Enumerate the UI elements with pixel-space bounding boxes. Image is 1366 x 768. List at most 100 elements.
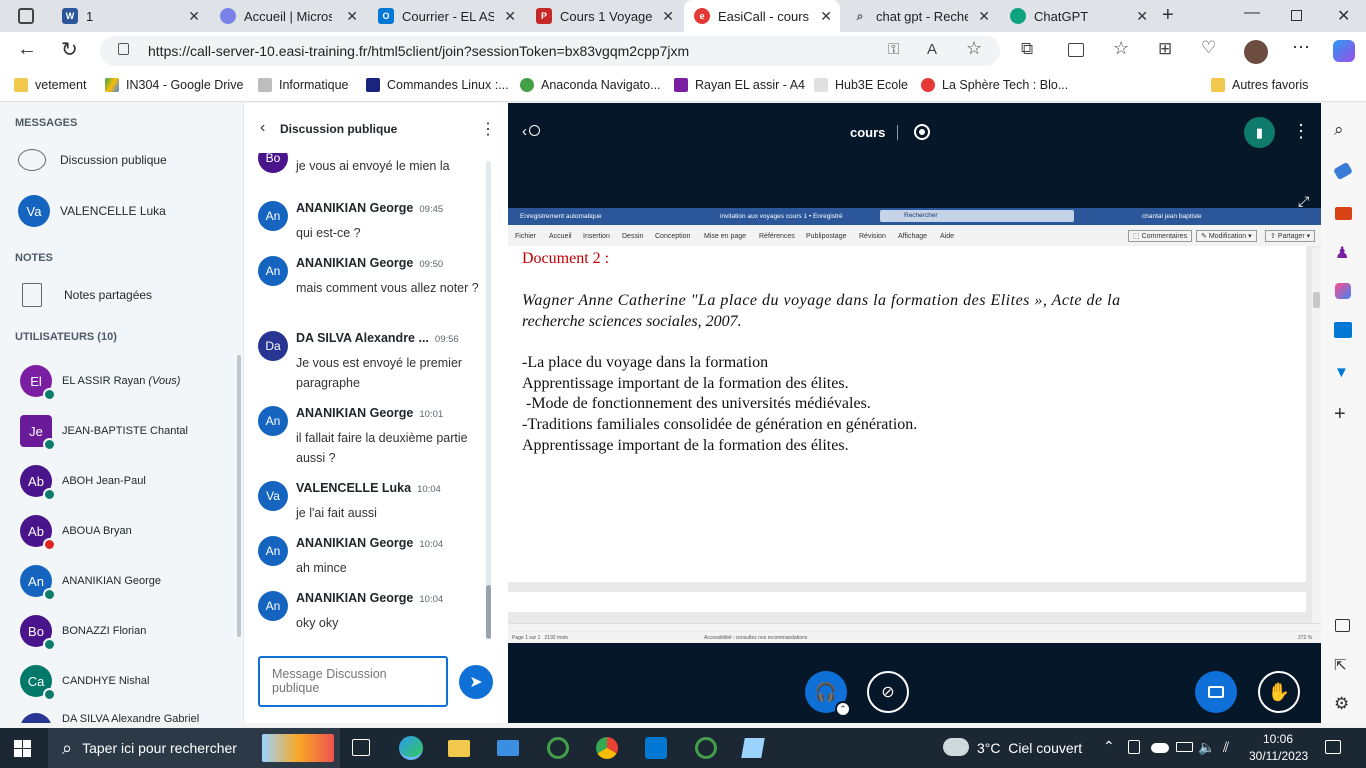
- weather-text[interactable]: 3°C Ciel couvert: [977, 740, 1082, 756]
- user-list-item[interactable]: An ANANIKIAN George: [20, 565, 161, 601]
- bookmark-hub3e[interactable]: Hub3E Ecole: [814, 78, 908, 92]
- tab-outlook[interactable]: O Courrier - EL ASSIR ✕: [368, 0, 524, 32]
- user-list-item[interactable]: Je JEAN-BAPTISTE Chantal: [20, 415, 188, 451]
- public-chat-item[interactable]: Discussion publique: [18, 149, 167, 171]
- collections-icon[interactable]: ⊞: [1158, 39, 1172, 59]
- file-explorer-icon[interactable]: [448, 740, 470, 757]
- options-menu-icon[interactable]: ⋮: [1292, 121, 1310, 142]
- user-list-item[interactable]: Ca CANDHYE Nishal: [20, 665, 149, 701]
- bookmark-sphere-tech[interactable]: La Sphère Tech : Blo...: [921, 78, 1068, 92]
- extensions-icon[interactable]: ⧉: [1021, 39, 1033, 59]
- bookmark-informatique[interactable]: Informatique: [258, 78, 348, 92]
- key-icon[interactable]: ⚿: [888, 41, 899, 58]
- search-icon[interactable]: ⌕: [1334, 120, 1344, 140]
- notifications-icon[interactable]: [1325, 740, 1341, 754]
- external-link-icon[interactable]: ⇱: [1334, 656, 1347, 674]
- outlook-sidebar-icon[interactable]: [1334, 322, 1352, 338]
- refresh-icon[interactable]: ↻: [61, 37, 78, 62]
- bookmark-linux[interactable]: Commandes Linux :...: [366, 78, 509, 92]
- user-list-item[interactable]: El EL ASSIR Rayan (Vous): [20, 365, 180, 401]
- tab-easicall[interactable]: e EasiCall - cours ✕: [684, 0, 840, 32]
- restore-icon[interactable]: [1291, 10, 1302, 21]
- bookmark-google-drive[interactable]: IN304 - Google Drive: [105, 78, 243, 92]
- send-message-button[interactable]: ➤: [459, 665, 493, 699]
- volume-icon[interactable]: 🔈: [1198, 739, 1215, 756]
- shared-notes-item[interactable]: Notes partagées: [18, 283, 152, 307]
- url-field[interactable]: https://call-server-10.easi-training.fr/…: [100, 36, 1000, 66]
- performance-icon[interactable]: ♡: [1201, 38, 1216, 58]
- onedrive-icon[interactable]: [1151, 743, 1169, 753]
- chat-options-icon[interactable]: ⋮: [480, 119, 496, 139]
- close-icon[interactable]: ✕: [662, 8, 674, 25]
- windows-start-icon[interactable]: [14, 740, 31, 757]
- profile-avatar[interactable]: [1244, 40, 1268, 64]
- chevron-up-icon[interactable]: ⌃: [835, 701, 851, 717]
- sidebar-layout-icon[interactable]: [1335, 619, 1350, 632]
- notes-app-icon[interactable]: [741, 738, 765, 758]
- bookmark-vetement[interactable]: vetement: [14, 78, 86, 92]
- battery-icon[interactable]: [1176, 742, 1193, 752]
- tab-microsoft[interactable]: Accueil | Microsoft ✕: [210, 0, 366, 32]
- private-chat-item[interactable]: Va VALENCELLE Luka: [18, 195, 166, 227]
- close-icon[interactable]: ✕: [346, 8, 358, 25]
- back-icon[interactable]: ←: [17, 38, 37, 61]
- close-icon[interactable]: ✕: [1136, 8, 1148, 25]
- tools-icon[interactable]: [1335, 207, 1352, 220]
- chat-scrollbar[interactable]: [486, 161, 491, 639]
- split-screen-icon[interactable]: [1068, 43, 1084, 57]
- favorite-star-icon[interactable]: ☆: [966, 38, 982, 59]
- close-icon[interactable]: ✕: [820, 8, 832, 25]
- more-menu-icon[interactable]: ⋯: [1292, 37, 1310, 58]
- screenshare-button[interactable]: [1195, 671, 1237, 713]
- shopping-tag-icon[interactable]: [1333, 161, 1353, 181]
- outlook-taskbar-icon[interactable]: [645, 737, 667, 759]
- close-icon[interactable]: ✕: [978, 8, 990, 25]
- chevron-up-icon[interactable]: ⌃: [1103, 738, 1115, 755]
- clock-date[interactable]: 30/11/2023: [1249, 749, 1308, 763]
- tab-pdf[interactable]: P Cours 1 Voyage et ✕: [526, 0, 682, 32]
- xbox-bar-icon[interactable]: [695, 737, 717, 759]
- edge-taskbar-icon[interactable]: [399, 736, 423, 760]
- taskbar-search-box[interactable]: ⌕ Taper ici pour rechercher: [48, 728, 340, 768]
- add-sidebar-icon[interactable]: +: [1334, 403, 1346, 426]
- audio-button[interactable]: 🎧 ⌃: [805, 671, 851, 717]
- new-tab-icon[interactable]: +: [1162, 4, 1174, 27]
- m365-icon[interactable]: [1335, 283, 1351, 299]
- chat-back-icon[interactable]: ‹: [260, 119, 265, 137]
- user-list-scrollbar[interactable]: [237, 355, 241, 637]
- bookmark-other-favorites[interactable]: Autres favoris: [1211, 78, 1308, 92]
- camera-off-button[interactable]: ⊘: [867, 671, 909, 713]
- clock-time[interactable]: 10:06: [1263, 732, 1293, 746]
- minimize-icon[interactable]: —: [1244, 4, 1260, 22]
- user-list-item[interactable]: Da DA SILVA Alexandre Gabriel: [20, 713, 199, 723]
- games-icon[interactable]: ♟: [1335, 243, 1349, 263]
- user-list-item[interactable]: Ab ABOH Jean-Paul: [20, 465, 146, 501]
- user-toggle-icon[interactable]: ‹: [522, 123, 540, 140]
- chat-scrollbar-thumb[interactable]: [486, 585, 491, 639]
- bookmark-rayan[interactable]: Rayan EL assir - A4: [674, 78, 805, 92]
- network-icon[interactable]: ⫽: [1223, 739, 1229, 756]
- close-icon[interactable]: ✕: [188, 8, 200, 25]
- xbox-app-icon[interactable]: [547, 737, 569, 759]
- mail-icon[interactable]: [497, 740, 519, 756]
- chrome-icon[interactable]: [596, 737, 618, 759]
- window-close-icon[interactable]: ✕: [1337, 6, 1350, 26]
- favorites-icon[interactable]: ☆: [1113, 38, 1129, 59]
- chat-message-input[interactable]: [258, 656, 448, 707]
- bookmark-anaconda[interactable]: Anaconda Navigato...: [520, 78, 661, 92]
- tab-word[interactable]: W 1 ✕: [52, 0, 208, 32]
- recording-icon[interactable]: [914, 124, 930, 140]
- tab-actions-icon[interactable]: [18, 8, 34, 24]
- security-icon[interactable]: [1128, 740, 1140, 754]
- close-icon[interactable]: ✕: [504, 8, 516, 25]
- settings-gear-icon[interactable]: ⚙: [1334, 694, 1349, 714]
- task-view-icon[interactable]: [352, 739, 370, 756]
- send-sidebar-icon[interactable]: ▼: [1334, 364, 1349, 381]
- user-list-item[interactable]: Ab ABOUA Bryan: [20, 515, 132, 551]
- read-aloud-icon[interactable]: A: [927, 41, 937, 58]
- tab-search[interactable]: ⌕ chat gpt - Recherche ✕: [842, 0, 998, 32]
- tab-chatgpt[interactable]: ChatGPT ✕: [1000, 0, 1156, 32]
- weather-icon[interactable]: [943, 738, 969, 756]
- copilot-icon[interactable]: [1333, 40, 1355, 62]
- user-list-item[interactable]: Bo BONAZZI Florian: [20, 615, 146, 651]
